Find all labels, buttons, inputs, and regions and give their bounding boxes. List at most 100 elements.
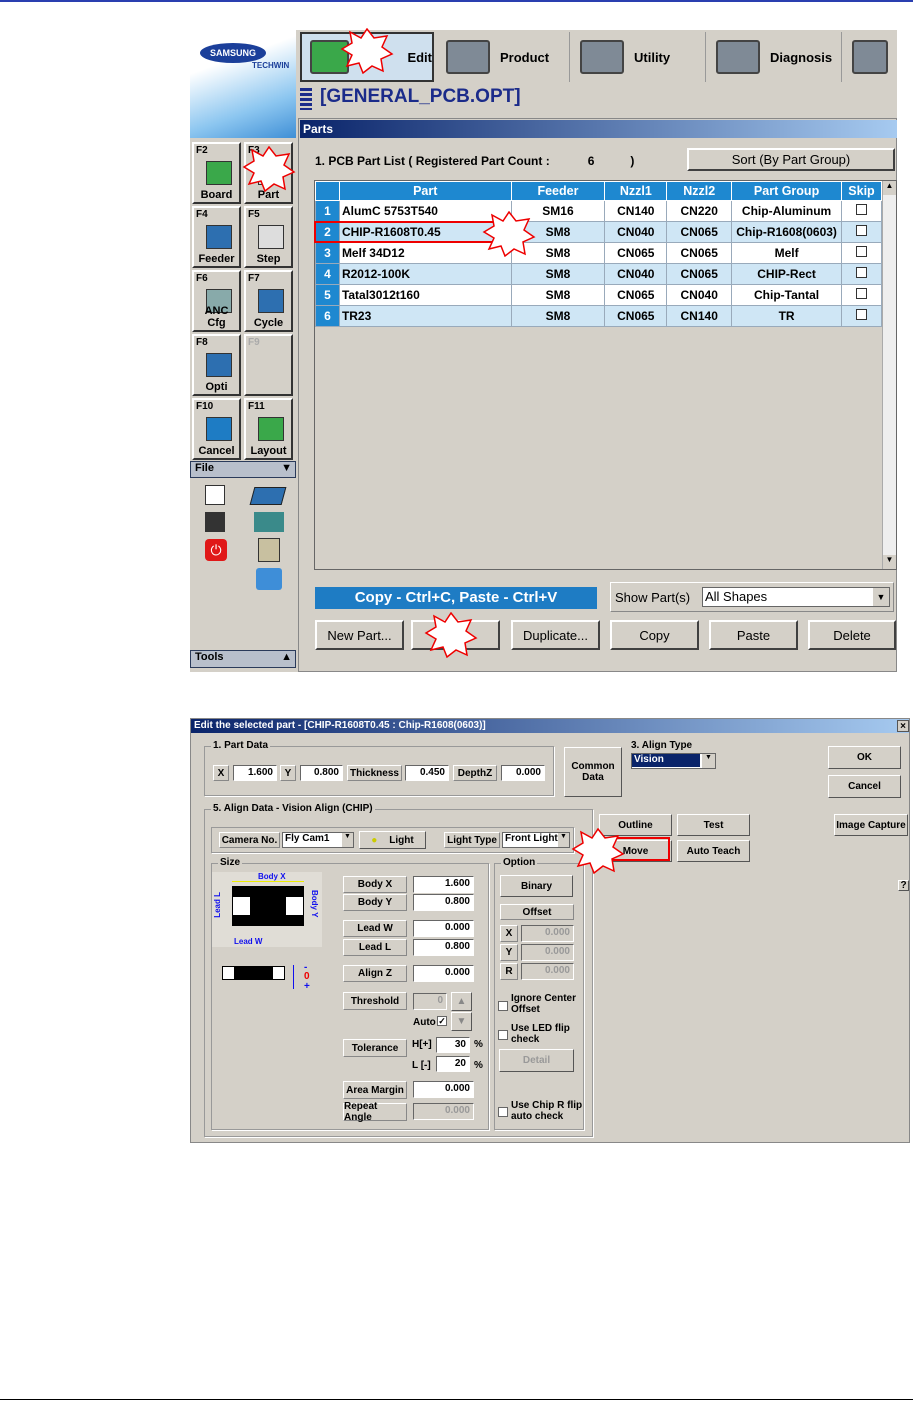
threshold-input[interactable]: 0 [413, 993, 447, 1010]
table-scrollbar[interactable]: ▲ ▼ [882, 181, 896, 569]
delete-button[interactable]: Delete [808, 620, 896, 650]
tab-settings[interactable] [844, 32, 897, 82]
cell-n: 6 [315, 305, 340, 327]
common-data-button[interactable]: Common Data [564, 747, 622, 797]
tolerance-l-input[interactable]: 20 [436, 1056, 470, 1072]
power-icon[interactable]: ⏻ [205, 539, 227, 561]
offset-x-input[interactable]: 0.000 [521, 925, 574, 942]
offset-y-input[interactable]: 0.000 [521, 944, 574, 961]
skip-checkbox[interactable] [856, 246, 867, 257]
tab-diagnosis[interactable]: Diagnosis [708, 32, 842, 82]
camera-select[interactable]: Fly Cam1 ▼ [282, 832, 354, 848]
use-led-flip-checkbox[interactable] [498, 1030, 508, 1040]
sort-by-part-group-button[interactable]: Sort (By Part Group) [687, 148, 895, 171]
scroll-up-icon[interactable]: ▲ [883, 181, 896, 195]
ok-button[interactable]: OK [828, 746, 901, 769]
column-header[interactable]: Part [338, 181, 512, 201]
column-header[interactable]: Skip [841, 181, 882, 201]
file-menu-header[interactable]: File ▼ [190, 461, 296, 478]
copy-paste-hint: Copy - Ctrl+C, Paste - Ctrl+V [315, 587, 597, 609]
repeat-angle-input[interactable]: 0.000 [413, 1103, 474, 1120]
tab-product[interactable]: Product [438, 32, 570, 82]
x-input[interactable]: 1.600 [233, 765, 277, 781]
open-folder-icon[interactable] [249, 487, 287, 505]
cancel-button[interactable]: Cancel [828, 775, 901, 798]
offset-label: Offset [500, 904, 574, 920]
tolerance-h-input[interactable]: 30 [436, 1037, 470, 1053]
tab-utility[interactable]: Utility [572, 32, 706, 82]
auto-teach-button[interactable]: Auto Teach [677, 840, 750, 862]
help-button[interactable]: ? [898, 880, 909, 891]
offset-r-label: R [500, 963, 518, 980]
fkey-code: F10 [196, 401, 214, 412]
fkey-code: F9 [248, 337, 260, 348]
body-y-input[interactable]: 0.800 [413, 894, 474, 911]
use-chip-r-flip-checkbox[interactable] [498, 1107, 508, 1117]
table-row[interactable]: 5 Tatal3012t160 SM8 CN065 CN040 Chip-Tantal [315, 284, 882, 306]
use-chip-r-flip-label: Use Chip R flip auto check [511, 1100, 583, 1122]
body-x-dim [232, 881, 304, 882]
table-row[interactable]: 6 TR23 SM8 CN065 CN140 TR [315, 305, 882, 327]
ignore-center-offset-checkbox[interactable] [498, 1001, 508, 1011]
notes-icon[interactable] [258, 538, 280, 562]
import-icon[interactable] [254, 512, 284, 532]
bottom-rule [0, 1399, 913, 1400]
threshold-up-icon[interactable]: ▲ [451, 992, 472, 1011]
fkey-f10-cancel[interactable]: F10 Cancel [192, 398, 241, 460]
image-capture-button[interactable]: Image Capture [834, 814, 908, 836]
column-header[interactable]: Nzzl2 [666, 181, 733, 201]
lead-left [233, 897, 250, 915]
show-parts-select[interactable]: All Shapes ▼ [702, 587, 890, 607]
depthz-input[interactable]: 0.000 [501, 765, 545, 781]
threshold-label: Threshold [343, 992, 407, 1010]
computer-icon[interactable] [256, 568, 282, 590]
auto-checkbox[interactable]: ✓ [437, 1016, 447, 1026]
skip-checkbox[interactable] [856, 225, 867, 236]
fkey-f11-layout[interactable]: F11 Layout [244, 398, 293, 460]
threshold-down-icon[interactable]: ▼ [451, 1012, 472, 1031]
duplicate-button[interactable]: Duplicate... [511, 620, 600, 650]
column-header[interactable]: Nzzl1 [604, 181, 668, 201]
area-margin-input[interactable]: 0.000 [413, 1081, 474, 1098]
pct-label: % [474, 1060, 483, 1071]
skip-checkbox[interactable] [856, 267, 867, 278]
table-row[interactable]: 4 R2012-100K SM8 CN040 CN065 CHIP-Rect [315, 263, 882, 285]
lead-w-input[interactable]: 0.000 [413, 920, 474, 937]
fkey-f5-step[interactable]: F5 Step [244, 206, 293, 268]
new-file-icon[interactable] [205, 485, 225, 505]
fkey-f8-opti[interactable]: F8 Opti [192, 334, 241, 396]
fkey-f4-feeder[interactable]: F4 Feeder [192, 206, 241, 268]
detail-button[interactable]: Detail [499, 1049, 574, 1072]
new-part-button[interactable]: New Part... [315, 620, 404, 650]
offset-r-input[interactable]: 0.000 [521, 963, 574, 980]
binary-button[interactable]: Binary [500, 875, 573, 897]
copy-button[interactable]: Copy [610, 620, 699, 650]
fkey-f7-cycle[interactable]: F7 Cycle [244, 270, 293, 332]
skip-checkbox[interactable] [856, 309, 867, 320]
align-type-select[interactable]: Vision ▼ [631, 753, 716, 769]
skip-checkbox[interactable] [856, 204, 867, 215]
column-header[interactable]: Feeder [510, 181, 606, 201]
skip-checkbox[interactable] [856, 288, 867, 299]
tools-menu-header[interactable]: Tools ▲ [190, 650, 296, 668]
align-z-input[interactable]: 0.000 [413, 965, 474, 982]
column-header[interactable] [315, 181, 340, 201]
lead-w-caption: Lead W [234, 937, 263, 946]
scroll-down-icon[interactable]: ▼ [883, 555, 896, 569]
light-type-select[interactable]: Front Light ▼ [502, 832, 570, 848]
fkey-f9[interactable]: F9 [244, 334, 293, 396]
thickness-input[interactable]: 0.450 [405, 765, 449, 781]
lead-l-input[interactable]: 0.800 [413, 939, 474, 956]
y-input[interactable]: 0.800 [300, 765, 343, 781]
fkey-f6-anc-cfg[interactable]: F6 ANC Cfg [192, 270, 241, 332]
test-button[interactable]: Test [677, 814, 750, 836]
light-button[interactable]: ● Light [359, 831, 426, 849]
column-header[interactable]: Part Group [731, 181, 842, 201]
fkey-f2-board[interactable]: F2 Board [192, 142, 241, 204]
table-row[interactable]: 3 Melf 34D12 SM8 CN065 CN065 Melf [315, 242, 882, 264]
body-x-input[interactable]: 1.600 [413, 876, 474, 893]
save-icon[interactable] [205, 512, 225, 532]
close-icon[interactable]: × [897, 720, 909, 732]
paste-button[interactable]: Paste [709, 620, 798, 650]
table-row[interactable]: 1 AlumC 5753T540 SM16 CN140 CN220 Chip-Alumin… [315, 200, 882, 222]
